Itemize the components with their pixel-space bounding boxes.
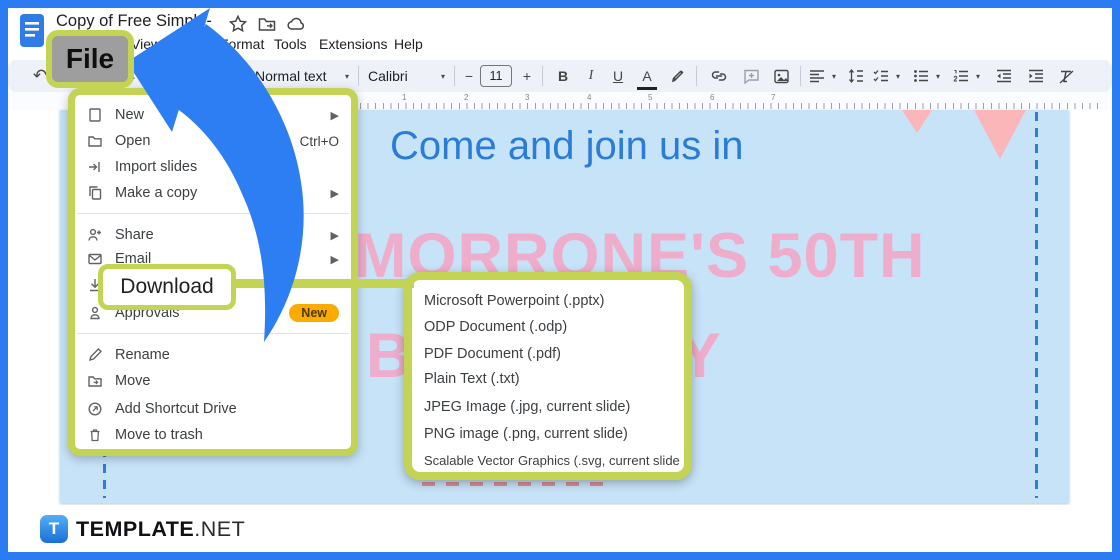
new-document-icon — [89, 108, 101, 122]
move-folder-icon[interactable] — [257, 14, 277, 34]
import-icon — [89, 162, 100, 172]
submenu-item-txt[interactable]: Plain Text (.txt) — [424, 368, 680, 390]
menu-divider — [77, 333, 349, 334]
download-submenu-panel: Microsoft Powerpoint (.pptx) ODP Documen… — [404, 272, 692, 480]
document-title[interactable]: Copy of Free Simple- — [56, 12, 212, 31]
pennant-triangle-small — [902, 110, 932, 133]
toolbar-divider — [358, 66, 359, 86]
decrease-indent-icon[interactable] — [992, 60, 1016, 92]
ruler-number: 1 — [402, 93, 407, 102]
align-icon[interactable] — [806, 60, 828, 92]
decrease-font-size-button[interactable]: − — [460, 60, 478, 92]
highlighter-icon[interactable] — [666, 60, 690, 92]
file-callout: File — [46, 30, 134, 88]
ruler-number: 7 — [771, 93, 776, 102]
ruler-number: 5 — [648, 93, 653, 102]
envelope-icon — [88, 253, 102, 265]
copy-icon — [89, 186, 102, 200]
submenu-item-pdf[interactable]: PDF Document (.pdf) — [424, 343, 680, 365]
menu-view[interactable]: View — [131, 36, 161, 52]
chevron-down-icon[interactable]: ▾ — [828, 60, 840, 92]
shortcut-label: Ctrl+O — [299, 133, 339, 149]
menu-item-import-slides[interactable]: Import slides — [83, 155, 343, 179]
menu-item-move-to-trash[interactable]: Move to trash — [83, 423, 343, 447]
italic-button[interactable]: I — [580, 60, 602, 92]
brand-rest: .NET — [194, 517, 246, 541]
bullet-list-icon[interactable] — [910, 60, 932, 92]
ruler-ticks — [360, 103, 1104, 109]
submenu-item-png[interactable]: PNG image (.png, current slide) — [424, 423, 680, 445]
toolbar-divider — [696, 66, 697, 86]
pencil-icon — [88, 348, 102, 362]
menu-item-move[interactable]: Move — [83, 369, 343, 393]
menu-item-share[interactable]: Share ▶ — [83, 223, 343, 247]
folder-open-icon — [88, 136, 102, 147]
checklist-icon[interactable] — [870, 60, 892, 92]
trash-icon — [90, 429, 100, 442]
title-bar: Copy of Free Simple- File Edit View Inse… — [8, 8, 1112, 60]
submenu-chevron-icon: ▶ — [330, 229, 339, 242]
ruler-number: 3 — [525, 93, 530, 102]
menu-item-new[interactable]: New ▶ — [83, 103, 343, 127]
font-size-input[interactable]: 11 — [480, 65, 512, 87]
slide-heading-text[interactable]: Come and join us in — [390, 124, 744, 169]
templatenet-wordmark: TEMPLATE.NET — [76, 517, 245, 542]
brand-bold: TEMPLATE — [76, 517, 195, 541]
chevron-down-icon[interactable]: ▾ — [436, 60, 450, 92]
submenu-chevron-icon: ▶ — [330, 187, 339, 200]
ruler-number: 6 — [710, 93, 715, 102]
menu-insert[interactable]: Insert — [176, 36, 211, 52]
menu-format[interactable]: Format — [220, 36, 264, 52]
toolbar-divider — [800, 66, 801, 86]
submenu-item-svg[interactable]: Scalable Vector Graphics (.svg, current … — [424, 449, 680, 471]
increase-indent-icon[interactable] — [1024, 60, 1048, 92]
star-icon[interactable] — [228, 14, 248, 34]
font-dropdown[interactable]: Calibri — [368, 60, 428, 92]
link-icon[interactable] — [706, 60, 732, 92]
bold-button[interactable]: B — [552, 60, 574, 92]
drive-shortcut-icon — [88, 402, 102, 416]
menu-item-add-shortcut-drive[interactable]: Add Shortcut Drive — [83, 397, 343, 421]
menu-tools[interactable]: Tools — [274, 36, 307, 52]
line-spacing-icon[interactable] — [844, 60, 868, 92]
submenu-chevron-icon: ▶ — [330, 253, 339, 266]
underline-button[interactable]: U — [607, 60, 629, 92]
image-icon[interactable] — [768, 60, 794, 92]
menu-bar: File Edit View Insert Format Tools Exten… — [8, 36, 1112, 58]
menu-help[interactable]: Help — [394, 36, 423, 52]
chevron-down-icon[interactable]: ▾ — [892, 60, 904, 92]
move-folder-icon — [88, 376, 102, 387]
menu-item-make-a-copy[interactable]: Make a copy ▶ — [83, 181, 343, 205]
right-dashed-guide — [1035, 112, 1038, 498]
ruler-number: 4 — [587, 93, 592, 102]
text-color-button[interactable]: A — [637, 65, 657, 90]
cloud-status-icon[interactable] — [286, 14, 306, 34]
menu-divider — [77, 213, 349, 214]
chevron-down-icon[interactable]: ▾ — [932, 60, 944, 92]
chevron-down-icon[interactable]: ▾ — [972, 60, 984, 92]
download-callout: Download — [98, 264, 236, 310]
pennant-triangle-large — [974, 110, 1026, 159]
clear-formatting-icon[interactable] — [1054, 60, 1078, 92]
footer-bar: T TEMPLATE.NET — [8, 505, 1112, 552]
screenshot-stage: Copy of Free Simple- File Edit View Inse… — [0, 0, 1120, 560]
numbered-list-icon[interactable] — [950, 60, 972, 92]
submenu-chevron-icon: ▶ — [330, 109, 339, 122]
menu-item-rename[interactable]: Rename — [83, 343, 343, 367]
menu-extensions[interactable]: Extensions — [319, 36, 387, 52]
ruler-number: 2 — [464, 93, 469, 102]
toolbar-divider — [454, 66, 455, 86]
pink-dashed-line — [422, 482, 608, 486]
highlight-connector-line — [226, 279, 414, 288]
comment-icon[interactable] — [738, 60, 764, 92]
share-person-icon — [88, 228, 101, 241]
new-badge: New — [289, 304, 339, 322]
submenu-item-odp[interactable]: ODP Document (.odp) — [424, 316, 680, 338]
increase-font-size-button[interactable]: + — [518, 60, 536, 92]
menu-item-open[interactable]: Open Ctrl+O — [83, 129, 343, 153]
submenu-item-jpg[interactable]: JPEG Image (.jpg, current slide) — [424, 396, 680, 418]
toolbar-divider — [542, 66, 543, 86]
templatenet-logo-icon: T — [40, 515, 68, 543]
submenu-item-pptx[interactable]: Microsoft Powerpoint (.pptx) — [424, 290, 680, 312]
